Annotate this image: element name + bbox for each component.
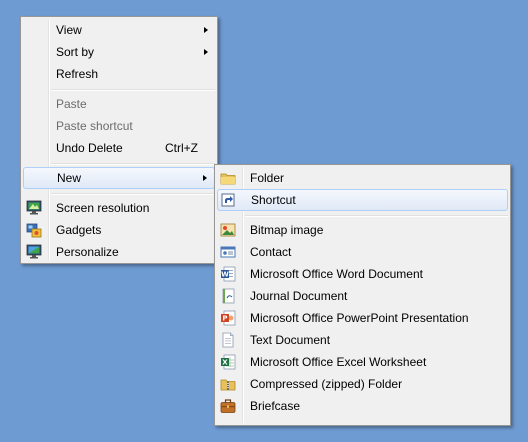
personalize-icon	[26, 244, 42, 259]
briefcase-icon	[220, 399, 236, 413]
menu-item-label: Journal Document	[250, 289, 348, 303]
menu-item-label: Sort by	[56, 45, 95, 59]
submenu-item-contact[interactable]: Contact	[217, 241, 508, 263]
menu-item-label: Gadgets	[56, 223, 102, 237]
menu-separator	[245, 215, 508, 217]
menu-item-label: Undo Delete	[56, 141, 123, 155]
submenu-arrow-icon	[204, 27, 208, 33]
powerpoint-presentation-icon: P	[221, 310, 236, 326]
svg-text:X: X	[222, 359, 228, 367]
word-document-icon: W	[221, 266, 236, 282]
submenu-item-excel-worksheet[interactable]: X Microsoft Office Excel Worksheet	[217, 351, 508, 373]
menu-separator	[51, 193, 215, 195]
journal-document-icon	[222, 288, 235, 304]
shortcut-icon	[221, 193, 235, 207]
menu-item-new[interactable]: New	[23, 167, 215, 189]
menu-separator	[51, 163, 215, 165]
menu-item-label: New	[57, 171, 82, 185]
submenu-item-word-document[interactable]: W Microsoft Office Word Document	[217, 263, 508, 285]
menu-item-label: Screen resolution	[56, 201, 150, 215]
folder-icon	[220, 173, 236, 185]
desktop-context-menu: View Sort by Refresh Paste Paste shortcu…	[20, 16, 218, 264]
menu-item-label: View	[56, 23, 82, 37]
menu-item-label: Personalize	[56, 245, 119, 259]
contact-icon	[220, 246, 236, 258]
submenu-item-folder[interactable]: Folder	[217, 167, 508, 189]
menu-item-label: Refresh	[56, 67, 99, 81]
bitmap-image-icon	[220, 223, 236, 237]
new-submenu: Folder Shortcut Bitmap image Contact W M…	[214, 164, 511, 426]
menu-item-label: Microsoft Office Excel Worksheet	[250, 355, 427, 369]
menu-item-undo-delete[interactable]: Undo Delete Ctrl+Z	[23, 137, 215, 159]
menu-item-label: Shortcut	[251, 193, 296, 207]
submenu-item-zipped-folder[interactable]: Compressed (zipped) Folder	[217, 373, 508, 395]
menu-item-gadgets[interactable]: Gadgets	[23, 219, 215, 241]
menu-item-screen-resolution[interactable]: Screen resolution	[23, 197, 215, 219]
menu-item-label: Microsoft Office PowerPoint Presentation	[250, 311, 469, 325]
menu-item-label: Contact	[250, 245, 292, 259]
menu-item-personalize[interactable]: Personalize	[23, 241, 215, 263]
text-document-icon	[222, 332, 234, 348]
submenu-item-briefcase[interactable]: Briefcase	[217, 395, 508, 417]
menu-item-view[interactable]: View	[23, 19, 215, 41]
submenu-item-shortcut[interactable]: Shortcut	[217, 189, 508, 211]
submenu-item-text-document[interactable]: Text Document	[217, 329, 508, 351]
menu-item-shortcut: Ctrl+Z	[165, 141, 198, 155]
excel-worksheet-icon: X	[221, 354, 236, 370]
gadgets-icon	[26, 223, 42, 238]
menu-item-label: Paste shortcut	[56, 119, 133, 133]
menu-item-label: Microsoft Office Word Document	[250, 267, 423, 281]
svg-text:W: W	[221, 271, 229, 279]
submenu-item-journal-document[interactable]: Journal Document	[217, 285, 508, 307]
menu-item-paste: Paste	[23, 93, 215, 115]
submenu-arrow-icon	[203, 175, 207, 181]
menu-separator	[51, 89, 215, 91]
menu-item-label: Paste	[56, 97, 87, 111]
menu-item-paste-shortcut: Paste shortcut	[23, 115, 215, 137]
submenu-arrow-icon	[204, 49, 208, 55]
menu-item-refresh[interactable]: Refresh	[23, 63, 215, 85]
svg-text:P: P	[222, 315, 227, 323]
submenu-item-bitmap-image[interactable]: Bitmap image	[217, 219, 508, 241]
menu-item-label: Bitmap image	[250, 223, 324, 237]
screen-resolution-icon	[26, 200, 42, 215]
zipped-folder-icon	[220, 379, 236, 391]
menu-item-sort-by[interactable]: Sort by	[23, 41, 215, 63]
submenu-item-powerpoint-presentation[interactable]: P Microsoft Office PowerPoint Presentati…	[217, 307, 508, 329]
menu-item-label: Briefcase	[250, 399, 301, 413]
menu-item-label: Compressed (zipped) Folder	[250, 377, 403, 391]
menu-item-label: Folder	[250, 171, 285, 185]
menu-item-label: Text Document	[250, 333, 331, 347]
